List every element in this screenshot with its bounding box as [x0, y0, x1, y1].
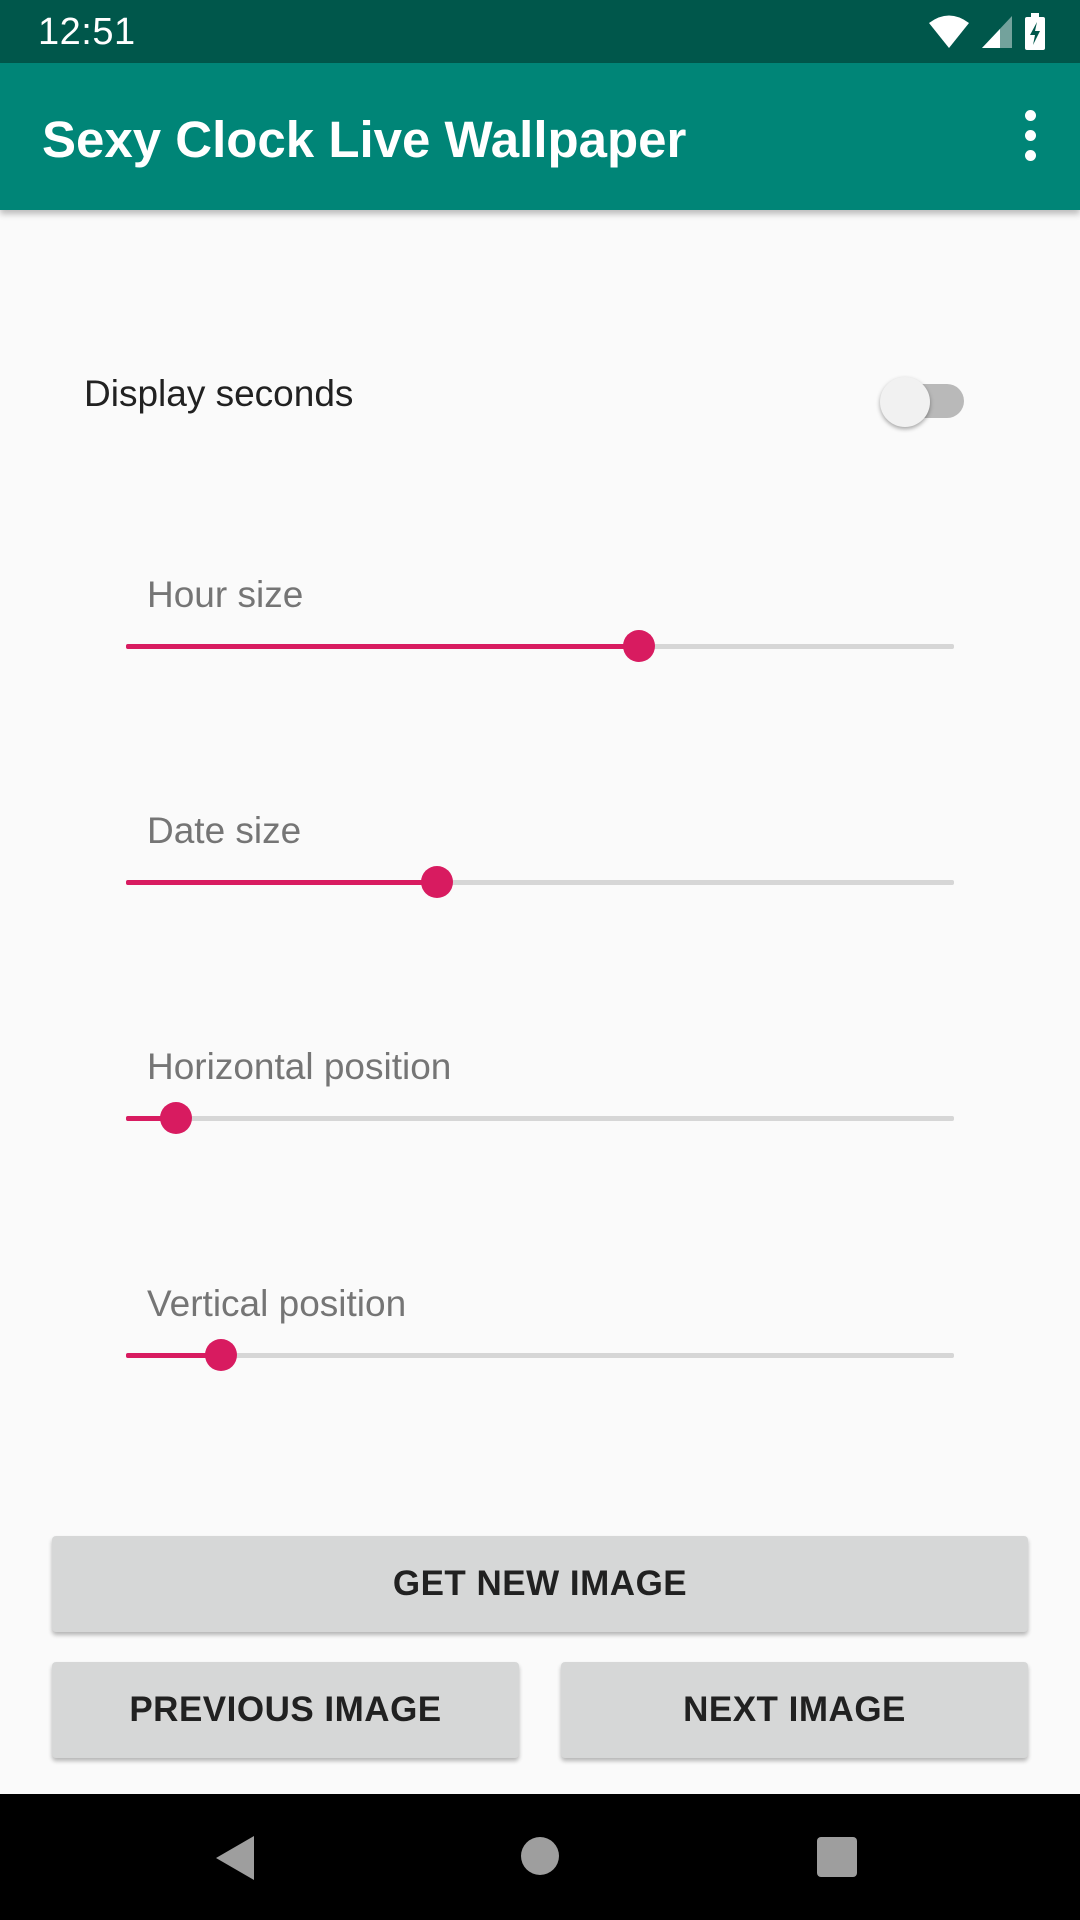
battery-charging-icon [1025, 13, 1045, 50]
hour-size-slider[interactable] [126, 630, 954, 662]
slider-thumb[interactable] [205, 1339, 238, 1371]
date-size-setting: Date size [0, 809, 1080, 939]
previous-image-button[interactable]: PREVIOUS IMAGE [52, 1662, 519, 1758]
menu-dot [1024, 149, 1036, 161]
menu-dot [1024, 129, 1036, 141]
slider-thumb[interactable] [623, 630, 656, 662]
back-icon[interactable] [216, 1836, 254, 1880]
app-title: Sexy Clock Live Wallpaper [42, 111, 687, 168]
more-vert-icon[interactable] [994, 99, 1066, 171]
home-icon[interactable] [521, 1837, 559, 1875]
next-image-button[interactable]: NEXT IMAGE [561, 1662, 1028, 1758]
hour-size-label: Hour size [147, 574, 304, 615]
menu-dot [1024, 109, 1036, 121]
status-icons [928, 12, 1046, 52]
slider-fill [126, 880, 437, 885]
display-seconds-switch[interactable] [880, 366, 970, 427]
vertical-position-slider[interactable] [126, 1339, 954, 1371]
status-bar: 12:51 [0, 0, 1080, 63]
navigation-bar [0, 1794, 1080, 1920]
slider-thumb[interactable] [159, 1102, 192, 1134]
vertical-position-label: Vertical position [147, 1283, 407, 1324]
app-bar: Sexy Clock Live Wallpaper [0, 63, 1080, 210]
display-seconds-label: Display seconds [84, 373, 354, 414]
vertical-position-setting: Vertical position [0, 1282, 1080, 1412]
hour-size-setting: Hour size [0, 573, 1080, 703]
date-size-label: Date size [147, 810, 302, 851]
switch-thumb [880, 377, 930, 427]
display-seconds-row[interactable]: Display seconds [0, 350, 1080, 438]
status-time: 12:51 [38, 11, 136, 53]
slider-thumb[interactable] [420, 866, 453, 898]
horizontal-position-label: Horizontal position [147, 1046, 452, 1087]
date-size-slider[interactable] [126, 866, 954, 898]
slider-fill [126, 644, 640, 649]
horizontal-position-slider[interactable] [126, 1102, 954, 1134]
wifi-icon [929, 15, 969, 48]
cellular-signal-icon [982, 16, 1012, 48]
horizontal-position-setting: Horizontal position [0, 1045, 1080, 1175]
get-new-image-button[interactable]: GET NEW IMAGE [52, 1536, 1028, 1632]
recents-icon[interactable] [817, 1837, 857, 1877]
